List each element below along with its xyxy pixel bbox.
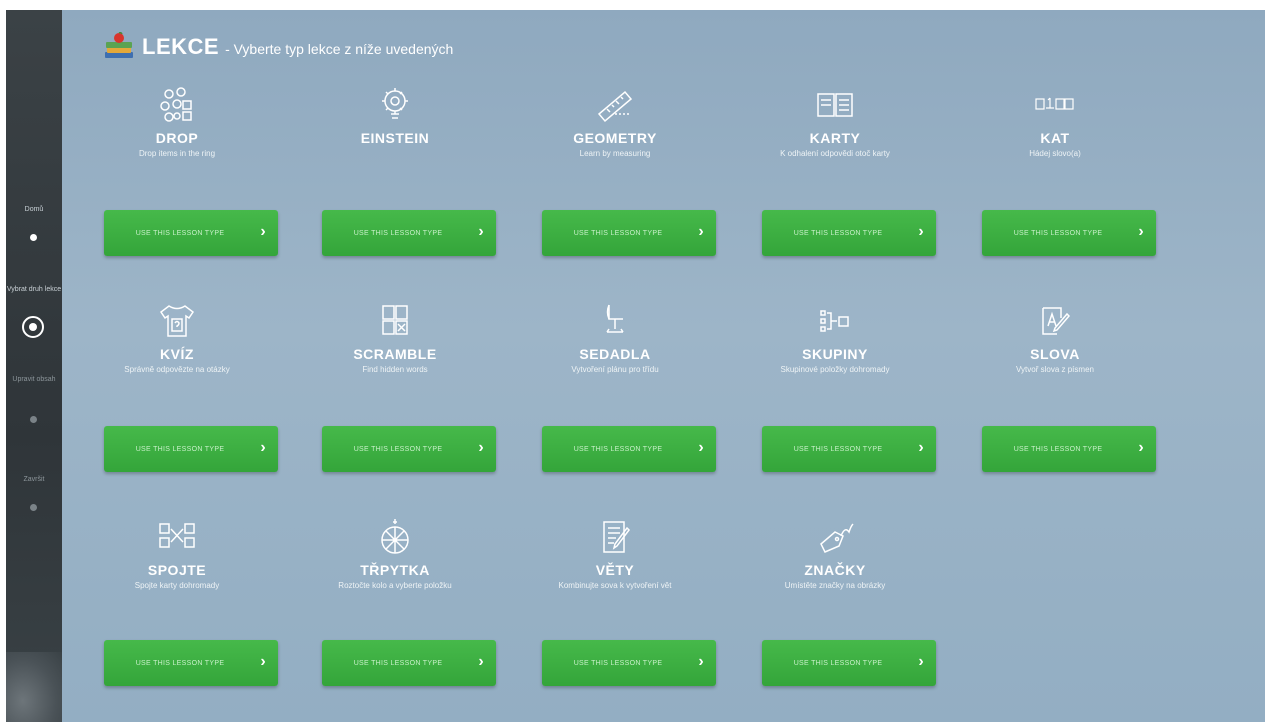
lesson-card-vety[interactable]: VĚTY Kombinujte sova k vytvoření vět (520, 518, 710, 593)
lesson-title: TŘPYTKA (360, 562, 430, 578)
lesson-description: Find hidden words (362, 365, 428, 374)
books-apple-icon (105, 32, 133, 58)
lesson-title: SEDADLA (579, 346, 651, 362)
chevron-right-icon: › (698, 439, 704, 456)
lesson-title: SPOJTE (147, 562, 207, 578)
chevron-right-icon: › (918, 223, 924, 240)
letter-boxes-icon (1035, 97, 1074, 110)
chevron-right-icon: › (478, 439, 484, 456)
step-label-finish: Završit (23, 476, 45, 483)
step-current-indicator[interactable] (22, 316, 44, 338)
step-dot-finish (30, 504, 37, 511)
lesson-description: Skupinové položky dohromady (780, 365, 890, 374)
chair-icon (606, 304, 624, 333)
lesson-description: Spojte karty dohromady (134, 581, 220, 590)
use-lesson-button-einstein[interactable]: USE THIS LESSON TYPE › (322, 210, 496, 256)
chevron-right-icon: › (478, 223, 484, 240)
shirt-question-icon (159, 305, 195, 337)
lesson-title: GEOMETRY (573, 130, 657, 146)
use-lesson-button-vety[interactable]: USE THIS LESSON TYPE › (542, 640, 716, 686)
lesson-description: Drop items in the ring (138, 149, 216, 158)
page-title: LEKCE (142, 34, 220, 59)
lesson-title: KARTY (809, 130, 861, 146)
lesson-card-skupiny[interactable]: SKUPINY Skupinové položky dohromady (740, 302, 930, 377)
tag-icon (820, 523, 854, 553)
step-dot-edit-content (30, 416, 37, 423)
notepad-pen-icon (603, 521, 630, 553)
molecule-icon (160, 87, 192, 122)
lesson-card-slova[interactable]: SLOVA Vytvoř slova z písmen (960, 302, 1150, 377)
use-lesson-button-kat[interactable]: USE THIS LESSON TYPE › (982, 210, 1156, 256)
chevron-right-icon: › (918, 439, 924, 456)
use-lesson-button-skupiny[interactable]: USE THIS LESSON TYPE › (762, 426, 936, 472)
chevron-right-icon: › (478, 653, 484, 670)
connect-icon (159, 523, 195, 548)
use-lesson-button-znacky[interactable]: USE THIS LESSON TYPE › (762, 640, 936, 686)
pen-letter-icon (1042, 307, 1071, 335)
page-subtitle: - Vyberte typ lekce z níže uvedených (225, 40, 454, 57)
lesson-card-scramble[interactable]: SCRAMBLE Find hidden words (300, 302, 490, 377)
chevron-right-icon: › (698, 223, 704, 240)
use-lesson-button-scramble[interactable]: USE THIS LESSON TYPE › (322, 426, 496, 472)
lesson-card-kat[interactable]: KAT Hádej slovo(a) (960, 86, 1150, 161)
lesson-description: Vytvoř slova z písmen (1016, 365, 1094, 374)
step-label-home: Domů (24, 206, 44, 213)
cards-icon (817, 93, 853, 117)
lesson-description: Roztočte kolo a vyberte položku (338, 581, 452, 590)
lesson-description: Learn by measuring (579, 149, 651, 158)
page-header: LEKCE - Vyberte typ lekce z níže uvedený… (102, 32, 453, 62)
sidebar-decoration (6, 652, 62, 722)
chevron-right-icon: › (1138, 223, 1144, 240)
chevron-right-icon: › (1138, 439, 1144, 456)
chevron-right-icon: › (918, 653, 924, 670)
lesson-description: Vytvoření plánu pro třídu (571, 365, 659, 374)
use-lesson-button-drop[interactable]: USE THIS LESSON TYPE › (104, 210, 278, 256)
ruler-icon (597, 90, 633, 123)
app-screen: Domů Vybrat druh lekce Upravit obsah Zav… (6, 10, 1265, 722)
lesson-description: Kombinujte sova k vytvoření vět (558, 581, 672, 590)
lesson-card-spojte[interactable]: SPOJTE Spojte karty dohromady (82, 518, 272, 593)
lesson-title: DROP (155, 130, 199, 146)
lesson-description: Hádej slovo(a) (1029, 149, 1081, 158)
lesson-card-geometry[interactable]: GEOMETRY Learn by measuring (520, 86, 710, 161)
lesson-title: SLOVA (1030, 346, 1080, 362)
lesson-title: KVÍZ (160, 346, 194, 362)
lesson-card-sedadla[interactable]: SEDADLA Vytvoření plánu pro třídu (520, 302, 710, 377)
lesson-title: SCRAMBLE (353, 346, 437, 362)
letter-grid-icon (382, 305, 408, 335)
lesson-title: EINSTEIN (360, 130, 430, 146)
chevron-right-icon: › (260, 653, 266, 670)
lesson-description: K odhalení odpovědi otoč karty (780, 149, 890, 158)
lesson-description: Správně odpovězte na otázky (124, 365, 230, 374)
step-dot-home[interactable] (30, 234, 37, 241)
use-lesson-button-sedadla[interactable]: USE THIS LESSON TYPE › (542, 426, 716, 472)
use-lesson-button-karty[interactable]: USE THIS LESSON TYPE › (762, 210, 936, 256)
use-lesson-button-geometry[interactable]: USE THIS LESSON TYPE › (542, 210, 716, 256)
wheel-icon (381, 519, 409, 554)
chevron-right-icon: › (260, 439, 266, 456)
use-lesson-button-spojte[interactable]: USE THIS LESSON TYPE › (104, 640, 278, 686)
lesson-card-kviz[interactable]: KVÍZ Správně odpovězte na otázky (82, 302, 272, 377)
chevron-right-icon: › (260, 223, 266, 240)
lightbulb-gear-icon (382, 88, 408, 119)
progress-sidebar: Domů Vybrat druh lekce Upravit obsah Zav… (6, 10, 62, 722)
lesson-card-trpytka[interactable]: TŘPYTKA Roztočte kolo a vyberte položku (300, 518, 490, 593)
lesson-title: ZNAČKY (804, 562, 866, 578)
use-lesson-button-kviz[interactable]: USE THIS LESSON TYPE › (104, 426, 278, 472)
lesson-card-einstein[interactable]: EINSTEIN (300, 86, 490, 161)
use-lesson-button-trpytka[interactable]: USE THIS LESSON TYPE › (322, 640, 496, 686)
step-label-edit-content: Upravit obsah (12, 376, 56, 383)
lesson-title: VĚTY (595, 562, 635, 578)
lesson-description (300, 149, 490, 161)
use-lesson-button-slova[interactable]: USE THIS LESSON TYPE › (982, 426, 1156, 472)
lesson-card-znacky[interactable]: ZNAČKY Umístěte značky na obrázky (740, 518, 930, 593)
step-label-choose-type: Vybrat druh lekce (6, 286, 62, 293)
lesson-description: Umístěte značky na obrázky (784, 581, 886, 590)
lesson-card-karty[interactable]: KARTY K odhalení odpovědi otoč karty (740, 86, 930, 161)
lesson-title: KAT (1040, 130, 1070, 146)
group-icon (820, 310, 849, 332)
chevron-right-icon: › (698, 653, 704, 670)
lesson-title: SKUPINY (802, 346, 868, 362)
lesson-card-drop[interactable]: DROP Drop items in the ring (82, 86, 272, 161)
